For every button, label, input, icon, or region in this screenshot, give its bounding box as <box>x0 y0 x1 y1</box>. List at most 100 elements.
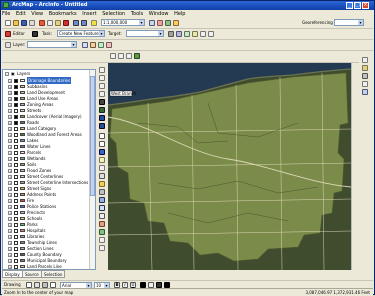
layer-visibility-checkbox[interactable] <box>14 103 18 107</box>
print-icon[interactable] <box>29 20 35 26</box>
expand-icon[interactable]: + <box>8 169 12 173</box>
menu-window[interactable]: Window <box>149 11 169 18</box>
update-display-icon[interactable] <box>99 245 105 251</box>
expand-icon[interactable]: + <box>8 211 12 215</box>
control-points-icon[interactable] <box>99 205 105 211</box>
georef-layer-combo[interactable]: ▾ <box>334 19 364 26</box>
zoom-in-icon[interactable] <box>110 53 116 59</box>
full-extent-icon[interactable] <box>134 53 140 59</box>
expand-icon[interactable]: + <box>8 259 12 263</box>
hyperlink-icon[interactable] <box>99 173 105 179</box>
expand-icon[interactable]: + <box>8 235 12 239</box>
expand-icon[interactable]: + <box>8 85 12 89</box>
zoom-out-icon[interactable] <box>118 53 124 59</box>
rotate-icon[interactable] <box>99 221 105 227</box>
layer-visibility-checkbox[interactable] <box>14 133 18 137</box>
toc-scrollbar[interactable] <box>89 70 95 269</box>
georeference-icon[interactable] <box>99 197 105 203</box>
flicker-icon[interactable] <box>99 189 105 195</box>
identify-icon[interactable] <box>99 149 105 155</box>
expand-icon[interactable]: + <box>8 205 12 209</box>
layer-visibility-checkbox[interactable] <box>14 175 18 179</box>
expand-icon[interactable]: + <box>8 241 12 245</box>
layer-visibility-checkbox[interactable] <box>14 145 18 149</box>
layer-visibility-checkbox[interactable] <box>14 127 18 131</box>
layer-visibility-checkbox[interactable] <box>14 199 18 203</box>
layer-combo[interactable]: ▾ <box>27 41 77 48</box>
save-icon[interactable] <box>21 20 27 26</box>
open-folder-icon[interactable] <box>13 20 19 26</box>
expand-icon[interactable]: + <box>8 103 12 107</box>
zoom-out-tool-icon[interactable] <box>99 75 105 81</box>
menu-bookmarks[interactable]: Bookmarks <box>49 11 77 18</box>
measure-icon[interactable] <box>99 165 105 171</box>
map-scale-combo[interactable]: 1:1,000,000 ▾ <box>101 19 145 26</box>
layer-visibility-checkbox[interactable] <box>14 253 18 257</box>
attributes-icon[interactable] <box>184 31 190 37</box>
fixed-zoom-out-icon[interactable] <box>99 91 105 97</box>
expand-icon[interactable]: + <box>8 247 12 251</box>
layer-visibility-checkbox[interactable] <box>14 211 18 215</box>
select-features-icon[interactable] <box>99 133 105 139</box>
layer-visibility-checkbox[interactable] <box>14 181 18 185</box>
expand-icon[interactable]: + <box>8 145 12 149</box>
expand-icon[interactable]: + <box>8 109 12 113</box>
python-icon[interactable] <box>362 81 368 87</box>
expand-icon[interactable]: + <box>8 91 12 95</box>
redo-icon[interactable] <box>81 20 87 26</box>
expand-icon[interactable]: + <box>8 181 12 185</box>
layer-visibility-checkbox[interactable] <box>14 109 18 113</box>
menu-tools[interactable]: Tools <box>131 11 143 18</box>
layer-visibility-checkbox[interactable] <box>14 241 18 245</box>
view-link-table-icon[interactable] <box>99 213 105 219</box>
full-extent-tool-icon[interactable] <box>99 107 105 113</box>
collapse-icon[interactable]: - <box>5 72 9 76</box>
layer-visibility-checkbox[interactable] <box>14 259 18 263</box>
expand-icon[interactable]: + <box>8 253 12 257</box>
layer-visibility-checkbox[interactable] <box>14 169 18 173</box>
menu-edit[interactable]: Edit <box>16 11 26 18</box>
edit-tool-icon[interactable] <box>32 31 38 37</box>
histogram-icon[interactable] <box>90 42 96 48</box>
expand-icon[interactable]: + <box>8 229 12 233</box>
arctoolbox-side-icon[interactable] <box>362 65 368 71</box>
pan-tool-icon[interactable] <box>99 99 105 105</box>
rotate-tool-icon[interactable] <box>176 31 182 37</box>
layer-visibility-checkbox[interactable] <box>14 229 18 233</box>
layer-visibility-checkbox[interactable] <box>14 151 18 155</box>
delete-icon[interactable] <box>63 20 69 26</box>
expand-icon[interactable]: + <box>8 121 12 125</box>
scale-icon[interactable] <box>99 237 105 243</box>
expand-icon[interactable]: + <box>8 139 12 143</box>
sketch-properties-icon[interactable] <box>192 31 198 37</box>
map-scrollbar[interactable] <box>351 63 359 270</box>
close-button[interactable]: × <box>362 2 369 9</box>
expand-icon[interactable]: + <box>8 115 12 119</box>
menu-file[interactable]: File <box>2 11 10 18</box>
expand-icon[interactable]: + <box>8 157 12 161</box>
contrast-icon[interactable] <box>98 42 104 48</box>
menu-help[interactable]: Help <box>174 11 185 18</box>
task-combo[interactable]: Create New Feature ▾ <box>57 30 105 37</box>
layer-visibility-checkbox[interactable] <box>14 235 18 239</box>
menu-insert[interactable]: Insert <box>82 11 96 18</box>
menu-selection[interactable]: Selection <box>102 11 125 18</box>
layer-visibility-checkbox[interactable] <box>14 97 18 101</box>
expand-icon[interactable]: + <box>8 151 12 155</box>
find-icon[interactable] <box>99 157 105 163</box>
blank-tool-icon-2[interactable] <box>208 31 214 37</box>
add-data-icon[interactable] <box>91 20 97 26</box>
map-view[interactable]: West Branch <box>108 63 351 270</box>
layer-visibility-checkbox[interactable] <box>14 265 18 269</box>
layer-visibility-checkbox[interactable] <box>14 157 18 161</box>
tab-selection[interactable]: Selection <box>41 270 66 278</box>
new-document-icon[interactable] <box>5 20 11 26</box>
forward-extent-icon[interactable] <box>99 123 105 129</box>
editor-toolbar-icon[interactable] <box>149 20 155 26</box>
layer-visibility-checkbox[interactable] <box>14 115 18 119</box>
tab-source[interactable]: Source <box>22 270 42 278</box>
swipe-icon[interactable] <box>99 181 105 187</box>
toc-scrollbar-thumb[interactable] <box>90 76 95 196</box>
fixed-zoom-in-icon[interactable] <box>99 83 105 89</box>
shift-icon[interactable] <box>99 229 105 235</box>
